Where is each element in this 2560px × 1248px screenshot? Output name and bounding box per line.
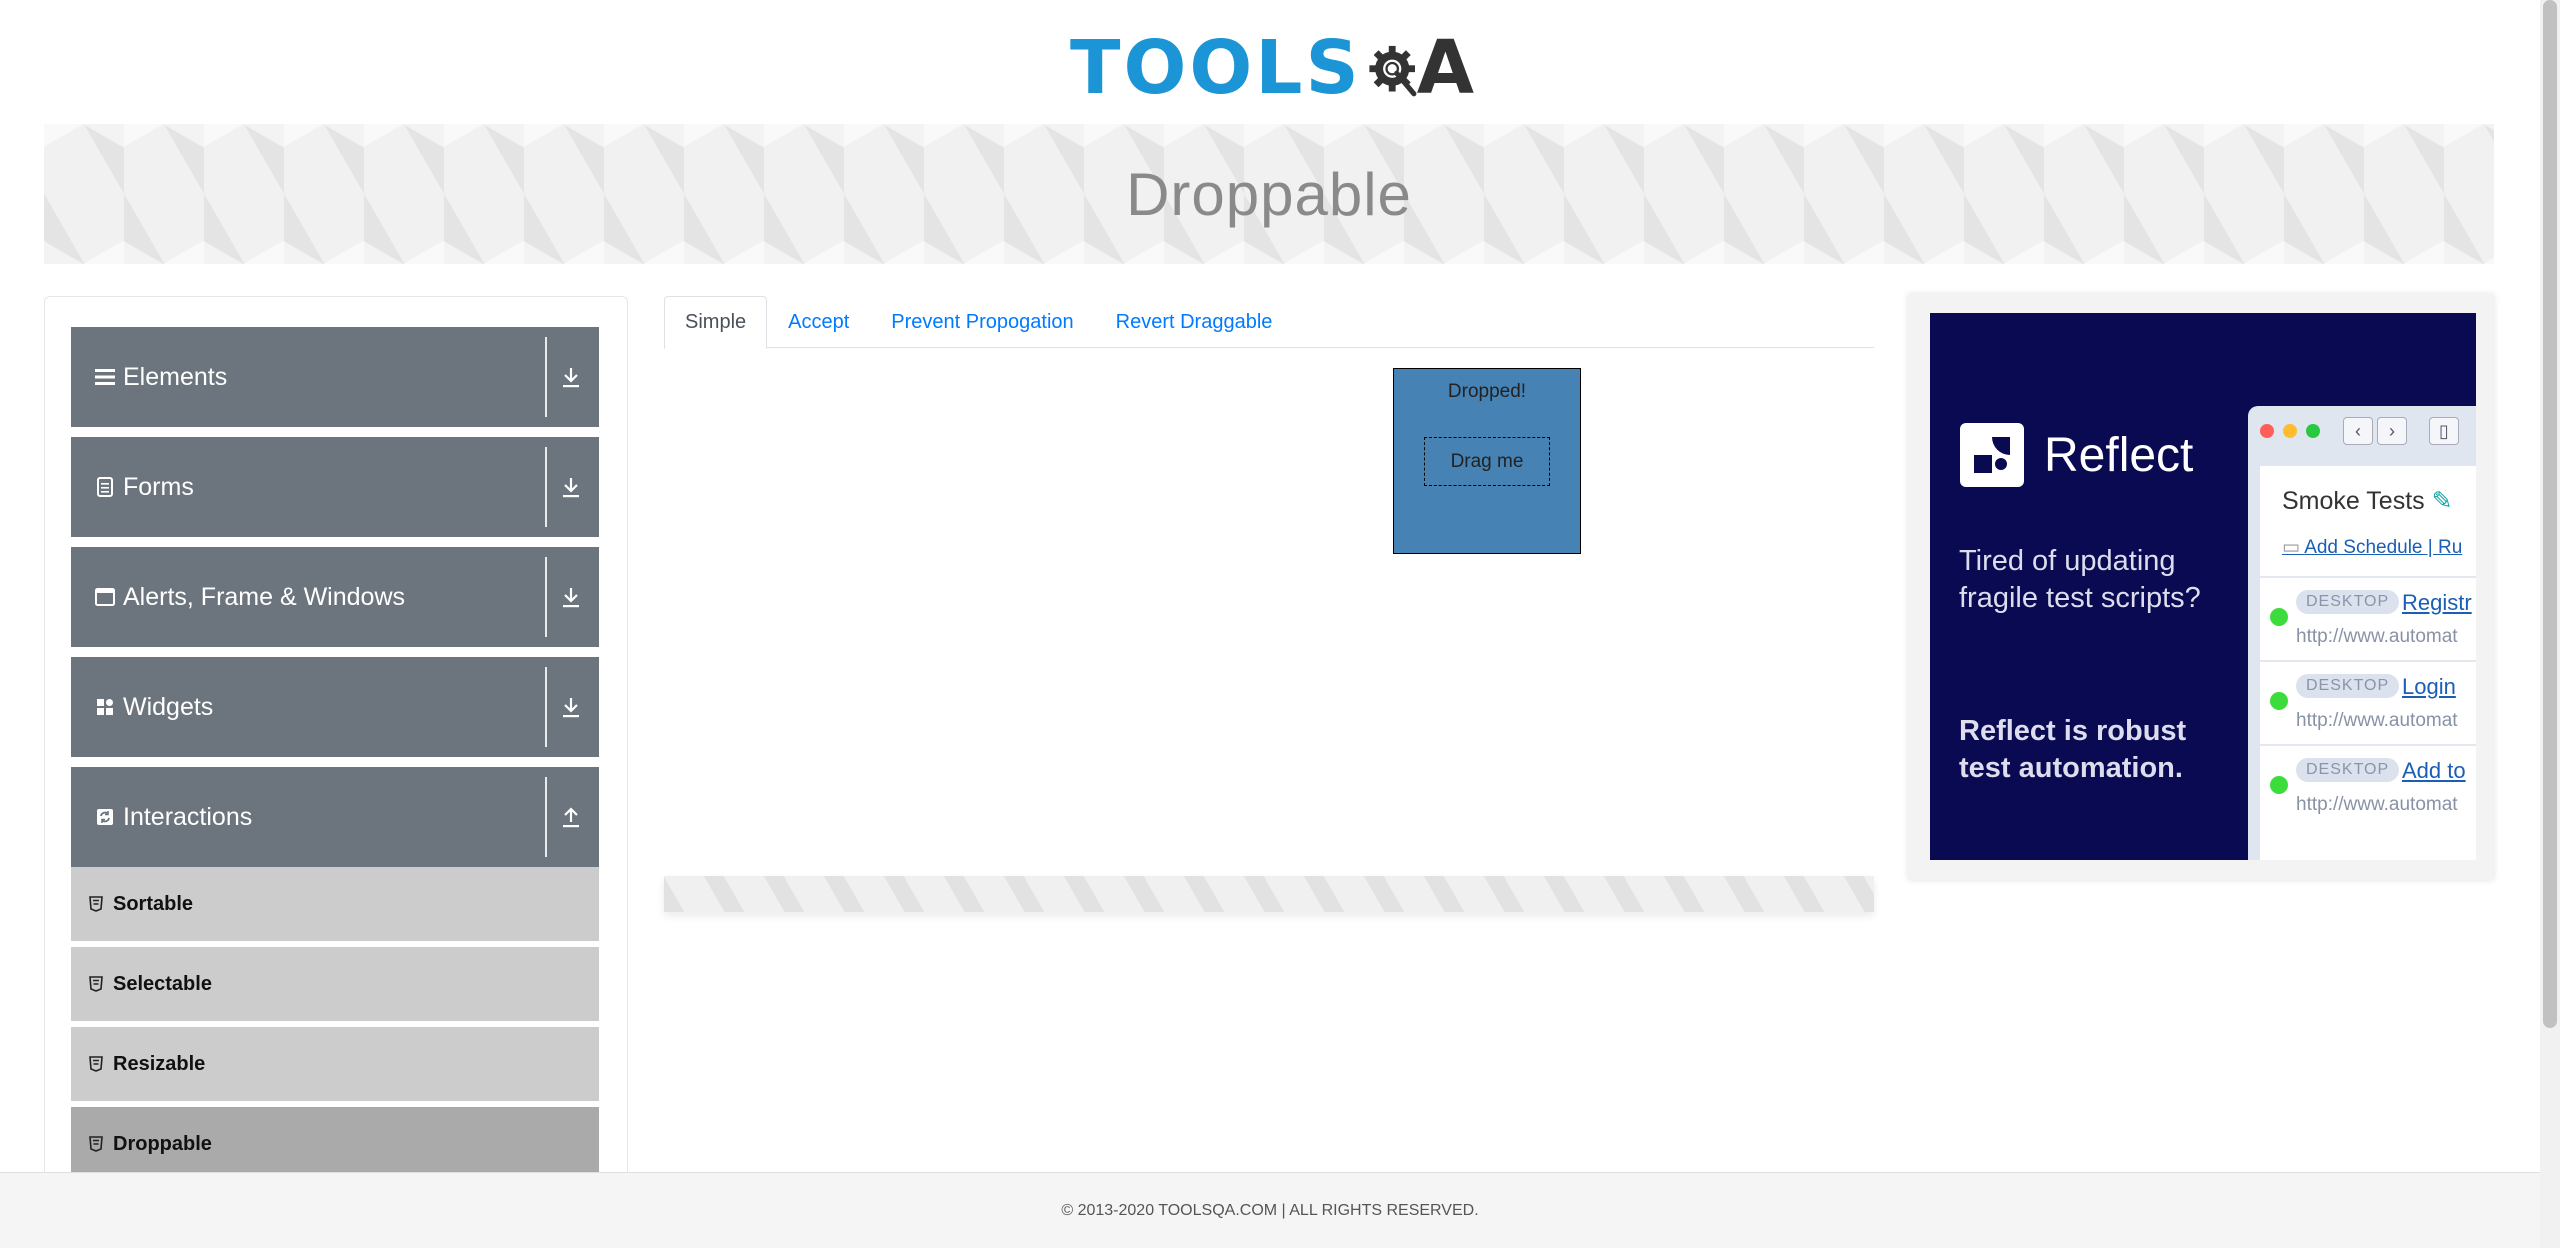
sidebar-item-label: Sortable xyxy=(113,892,194,915)
hamburger-icon xyxy=(93,365,117,389)
reflect-brand-name: Reflect xyxy=(2044,428,2194,482)
reflect-logo-icon xyxy=(1960,423,2024,487)
divider xyxy=(545,777,547,857)
refresh-icon xyxy=(93,805,117,829)
html5-shield-icon xyxy=(89,1055,105,1073)
status-dot-icon xyxy=(2270,776,2288,794)
sidebar-toggle-icon: ▯ xyxy=(2429,417,2459,445)
test-link: Add to xyxy=(2402,758,2466,783)
mockup-row: DESKTOP Registr http://www.automat xyxy=(2260,576,2476,660)
group-label: Widgets xyxy=(123,692,214,721)
download-arrow-icon[interactable] xyxy=(551,577,591,617)
calendar-icon: ▭ xyxy=(2282,537,2305,558)
sidebar-item-label: Selectable xyxy=(113,972,212,995)
chevron-left-icon: ‹ xyxy=(2343,417,2373,445)
sidebar-group-widgets[interactable]: Widgets xyxy=(71,657,599,757)
toolsqa-logo[interactable]: TOOLS A xyxy=(1070,20,1474,116)
group-label: Alerts, Frame & Windows xyxy=(123,582,406,611)
droppable-target[interactable]: Dropped! Drag me xyxy=(1393,368,1581,554)
html5-shield-icon xyxy=(89,975,105,993)
gear-magnifier-icon xyxy=(1369,45,1417,97)
minimize-dot-icon xyxy=(2283,424,2297,438)
sidebar-group-forms[interactable]: Forms xyxy=(71,437,599,537)
platform-badge: DESKTOP xyxy=(2296,674,2400,698)
sidebar-item-label: Droppable xyxy=(113,1132,212,1155)
test-url: http://www.automat xyxy=(2296,626,2458,647)
logo-text-tools: TOOLS xyxy=(1070,25,1362,111)
widgets-icon xyxy=(93,695,117,719)
reflect-advertisement[interactable]: Reflect Tired of updating fragile test s… xyxy=(1930,313,2476,860)
sidebar: Elements Forms Alerts, Frame & Windows W… xyxy=(44,296,628,1248)
reflect-logo: Reflect xyxy=(1960,423,2193,487)
ad-tagline: Reflect is robust test automation. xyxy=(1959,715,2187,784)
html5-shield-icon xyxy=(89,895,105,913)
upload-arrow-icon[interactable] xyxy=(551,797,591,837)
vertical-scrollbar[interactable] xyxy=(2540,0,2560,1248)
logo-text-a: A xyxy=(1416,25,1474,111)
sidebar-item-selectable[interactable]: Selectable xyxy=(71,947,599,1024)
sidebar-item-sortable[interactable]: Sortable xyxy=(71,867,599,944)
download-arrow-icon[interactable] xyxy=(551,357,591,397)
sidebar-group-alerts[interactable]: Alerts, Frame & Windows xyxy=(71,547,599,647)
mockup-content: Smoke Tests ✎ ▭ Add Schedule | Ru DESKTO… xyxy=(2260,466,2476,860)
mockup-row: DESKTOP Login http://www.automat xyxy=(2260,660,2476,744)
sidebar-group-interactions[interactable]: Interactions xyxy=(71,767,599,867)
html5-shield-icon xyxy=(89,1135,105,1153)
browser-mockup: ‹ › ▯ Smoke Tests ✎ ▭ Add Schedule | Ru … xyxy=(2248,406,2476,860)
divider xyxy=(545,337,547,417)
divider xyxy=(545,447,547,527)
page-banner: Droppable xyxy=(44,124,2494,264)
drop-target-label: Dropped! xyxy=(1447,381,1527,402)
test-url: http://www.automat xyxy=(2296,710,2458,731)
platform-badge: DESKTOP xyxy=(2296,590,2400,614)
window-icon xyxy=(93,585,117,609)
platform-badge: DESKTOP xyxy=(2296,758,2400,782)
mockup-links: ▭ Add Schedule | Ru xyxy=(2282,537,2463,558)
sidebar-item-label: Resizable xyxy=(113,1052,206,1075)
bottom-ad-strip xyxy=(664,876,1874,912)
tab-revert-draggable[interactable]: Revert Draggable xyxy=(1095,296,1294,348)
pencil-icon: ✎ xyxy=(2431,487,2453,515)
test-link: Registr xyxy=(2402,590,2472,615)
mockup-row: DESKTOP Add to http://www.automat xyxy=(2260,744,2476,828)
copyright-text: © 2013-2020 TOOLSQA.COM | ALL RIGHTS RES… xyxy=(1061,1201,1479,1219)
group-label: Forms xyxy=(123,472,194,501)
status-dot-icon xyxy=(2270,608,2288,626)
sidebar-item-resizable[interactable]: Resizable xyxy=(71,1027,599,1104)
test-url: http://www.automat xyxy=(2296,794,2458,815)
group-label: Elements xyxy=(123,362,228,391)
group-label: Interactions xyxy=(123,802,253,831)
mockup-titlebar: ‹ › ▯ xyxy=(2248,406,2476,456)
tab-accept[interactable]: Accept xyxy=(767,296,870,348)
mockup-title: Smoke Tests ✎ xyxy=(2282,487,2453,515)
tab-simple[interactable]: Simple xyxy=(664,296,768,349)
download-arrow-icon[interactable] xyxy=(551,467,591,507)
draggable-box[interactable]: Drag me xyxy=(1424,437,1550,486)
tab-prevent-propogation[interactable]: Prevent Propogation xyxy=(870,296,1094,348)
footer: © 2013-2020 TOOLSQA.COM | ALL RIGHTS RES… xyxy=(0,1172,2540,1248)
sidebar-group-elements[interactable]: Elements xyxy=(71,327,599,427)
divider xyxy=(545,667,547,747)
document-icon xyxy=(93,475,117,499)
divider xyxy=(545,557,547,637)
ad-headline: Tired of updating fragile test scripts? xyxy=(1959,545,2201,614)
test-link: Login xyxy=(2402,674,2456,699)
page-title: Droppable xyxy=(1126,160,1412,228)
scrollbar-thumb[interactable] xyxy=(2543,0,2557,1028)
maximize-dot-icon xyxy=(2306,424,2320,438)
download-arrow-icon[interactable] xyxy=(551,687,591,727)
chevron-right-icon: › xyxy=(2377,417,2407,445)
close-dot-icon xyxy=(2260,424,2274,438)
status-dot-icon xyxy=(2270,692,2288,710)
page: TOOLS A Droppable Elements Forms Alerts,… xyxy=(0,0,2560,1248)
droppable-tabs: Simple Accept Prevent Propogation Revert… xyxy=(664,296,1874,349)
